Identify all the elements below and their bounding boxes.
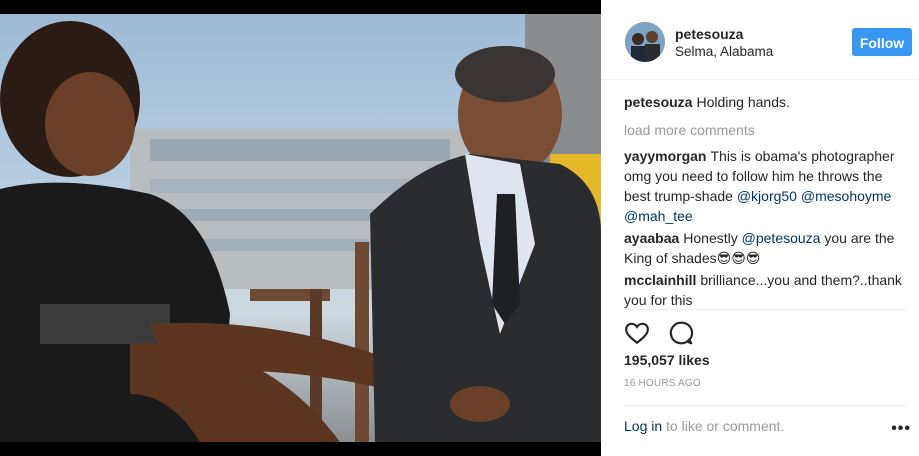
mention-link[interactable]: @petesouza — [742, 230, 821, 246]
load-more-comments-link[interactable]: load more comments — [624, 120, 906, 140]
heart-icon[interactable] — [624, 320, 652, 348]
comment-item: ayaabaa Honestly @petesouza you are the K… — [624, 228, 906, 268]
login-link[interactable]: Log in — [624, 418, 662, 434]
caption-username[interactable]: petesouza — [624, 94, 692, 110]
post-location[interactable]: Selma, Alabama — [675, 44, 773, 59]
mention-link[interactable]: @mesohoyme — [801, 188, 891, 204]
comment-username[interactable]: mcclainhill — [624, 272, 696, 288]
like-count[interactable]: 195,057 likes — [624, 352, 710, 368]
post-footer: Log in to like or comment. — [624, 405, 906, 434]
caption-text: Holding hands. — [696, 94, 790, 110]
avatar[interactable] — [625, 22, 665, 62]
post-photo-area — [0, 0, 601, 456]
post-side-panel: petesouza Selma, Alabama Follow petesouz… — [601, 0, 919, 456]
post-timestamp[interactable]: 16 HOURS AGO — [624, 378, 701, 389]
avatar-image — [625, 22, 665, 62]
comment-username[interactable]: ayaabaa — [624, 230, 679, 246]
post-header: petesouza Selma, Alabama Follow — [601, 0, 919, 80]
mention-link[interactable]: @mah_tee — [624, 208, 693, 224]
post-actions — [624, 309, 906, 348]
caption: petesouza Holding hands. — [624, 92, 906, 112]
comment-item: mcclainhill brilliance...you and them?..t… — [624, 270, 906, 310]
more-options-icon[interactable]: ••• — [891, 420, 911, 438]
login-prompt-text: to like or comment. — [666, 418, 785, 434]
comment-username[interactable]: yayymorgan — [624, 148, 706, 164]
photo-illustration — [0, 14, 601, 442]
comment-item: yayymorgan This is obama's photographer o… — [624, 146, 906, 226]
mention-link[interactable]: @kjorg50 — [737, 188, 797, 204]
comment-list: petesouza Holding hands. load more commen… — [624, 92, 906, 312]
comment-text: Honestly — [683, 230, 738, 246]
post-photo[interactable] — [0, 14, 601, 442]
comment-bubble-icon[interactable] — [668, 320, 696, 348]
follow-button[interactable]: Follow — [852, 28, 912, 56]
post-username[interactable]: petesouza — [675, 26, 743, 42]
